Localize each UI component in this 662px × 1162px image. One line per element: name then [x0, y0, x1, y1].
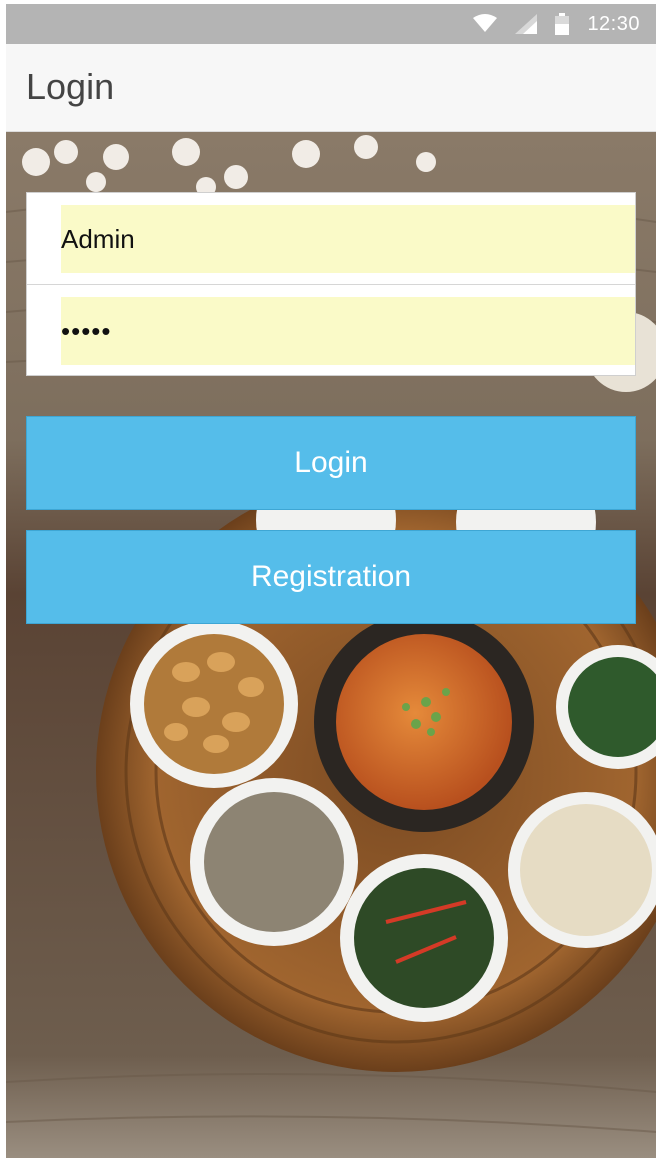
status-bar: 12:30	[6, 4, 656, 44]
battery-icon	[555, 13, 570, 35]
app-bar: Login	[6, 44, 656, 132]
field-divider	[27, 284, 635, 285]
page-title: Login	[26, 66, 115, 107]
username-input[interactable]	[61, 205, 635, 273]
status-icons: 12:30	[473, 4, 640, 44]
wifi-icon	[473, 14, 498, 32]
signal-icon	[515, 14, 538, 34]
status-time: 12:30	[587, 12, 640, 35]
phone-screen: 12:30 Login Admin ••••• Login Registrati…	[6, 4, 656, 1158]
login-button[interactable]: Login	[26, 416, 636, 510]
password-input[interactable]	[61, 297, 635, 365]
login-form	[26, 192, 636, 376]
registration-button[interactable]: Registration	[26, 530, 636, 624]
